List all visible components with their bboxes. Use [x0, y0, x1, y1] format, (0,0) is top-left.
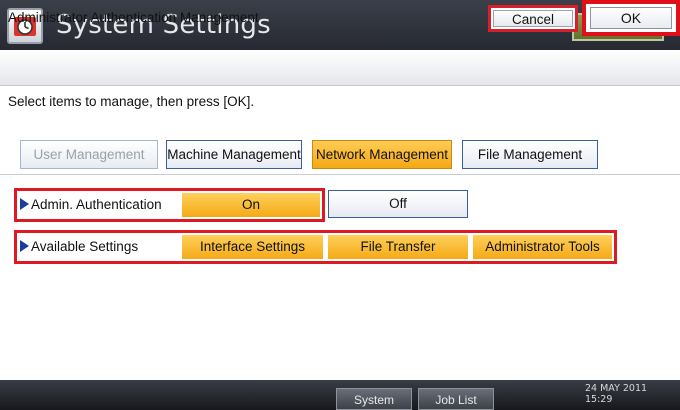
system-status-button[interactable]: System Status [336, 388, 412, 410]
date-time-display: 24 MAY 2011 15:29 [585, 383, 647, 405]
tab-network-management[interactable]: Network Management [312, 140, 452, 169]
page-title: Administrator Authentication Management [8, 10, 259, 25]
cancel-button-label: Cancel [493, 10, 573, 27]
arrow-marker-icon [20, 198, 29, 210]
tab-machine-management[interactable]: Machine Management [166, 140, 302, 169]
cancel-button[interactable]: Cancel [488, 5, 578, 32]
tab-file-management[interactable]: File Management [462, 140, 598, 169]
option-administrator-tools[interactable]: Administrator Tools [473, 235, 612, 259]
available-settings-label: Available Settings [20, 239, 138, 254]
option-interface-settings[interactable]: Interface Settings [182, 235, 323, 259]
ok-button[interactable]: OK [582, 0, 680, 36]
admin-authentication-on-button[interactable]: On [182, 193, 320, 217]
time-text: 15:29 [585, 394, 613, 405]
option-file-transfer[interactable]: File Transfer [328, 235, 468, 259]
instruction-text: Select items to manage, then press [OK]. [8, 94, 255, 109]
date-text: 24 MAY 2011 [585, 383, 648, 394]
tab-user-management[interactable]: User Management [20, 140, 158, 169]
admin-authentication-off-button[interactable]: Off [328, 190, 468, 218]
job-list-button[interactable]: Job List [418, 388, 494, 410]
ok-button-label: OK [590, 7, 672, 29]
divider [0, 174, 680, 175]
header-bar [0, 50, 680, 86]
arrow-marker-icon [20, 240, 29, 252]
admin-authentication-label: Admin. Authentication [20, 197, 162, 212]
